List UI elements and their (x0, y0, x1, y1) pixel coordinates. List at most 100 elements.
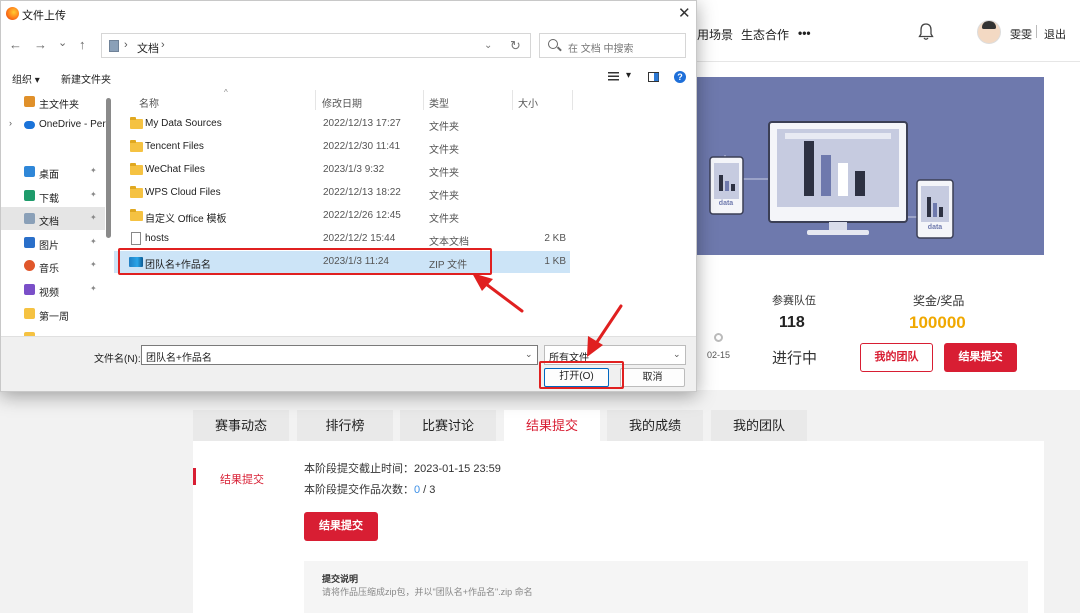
videos-icon (24, 284, 35, 295)
pin-icon[interactable]: ✦ (90, 237, 97, 246)
address-bar[interactable]: › 文档 › ⌄ ↻ (101, 33, 531, 58)
timeline-dot (714, 333, 723, 342)
nav-ecosystem[interactable]: 生态合作 (741, 26, 789, 43)
view-options-icon[interactable]: ▾ (626, 70, 631, 81)
column-date[interactable]: 修改日期 (322, 95, 362, 110)
side-active-marker (193, 468, 196, 485)
firefox-icon (6, 7, 19, 20)
tab-my-score[interactable]: 我的成绩 (607, 410, 703, 441)
nav-documents[interactable]: 文档 ✦ (1, 207, 105, 230)
pin-icon[interactable]: ✦ (90, 190, 97, 199)
bell-icon[interactable] (918, 23, 934, 41)
breadcrumb-documents[interactable]: 文档 (137, 40, 159, 56)
pin-icon[interactable]: ✦ (90, 284, 97, 293)
desktop-icon (24, 166, 35, 177)
up-folder-icon[interactable]: ↑ (79, 37, 86, 52)
address-dropdown-icon[interactable]: ⌄ (484, 40, 492, 51)
competition-status: 进行中 (772, 350, 818, 367)
nav-scrollbar[interactable] (106, 98, 111, 238)
submit-result-button[interactable]: 结果提交 (944, 343, 1017, 372)
logout-link[interactable]: 退出 (1044, 26, 1066, 42)
filename-input[interactable]: 团队名+作品名 (141, 345, 538, 365)
folder-icon (24, 308, 35, 319)
column-type[interactable]: 类型 (429, 95, 449, 110)
file-row[interactable]: Tencent Files 2022/12/30 11:41 文件夹 (114, 136, 570, 158)
column-size[interactable]: 大小 (518, 95, 538, 110)
nav-desktop[interactable]: 桌面 ✦ (1, 160, 105, 183)
folder-icon (130, 186, 143, 198)
filetype-dropdown-icon[interactable]: ⌄ (673, 349, 681, 360)
user-avatar[interactable] (977, 20, 1001, 44)
panel-submit-button[interactable]: 结果提交 (304, 512, 378, 541)
tab-leaderboard[interactable]: 排行榜 (297, 410, 393, 441)
help-icon[interactable]: ? (674, 71, 686, 83)
search-input[interactable]: 在 文档 中搜索 (539, 33, 686, 58)
header-divider (1036, 25, 1037, 38)
nav-videos[interactable]: 视频 ✦ (1, 278, 105, 301)
pin-icon[interactable]: ✦ (90, 166, 97, 175)
side-menu-submit[interactable]: 结果提交 (220, 471, 264, 487)
hero-screen-caption-left: data (719, 200, 734, 207)
tab-news[interactable]: 赛事动态 (193, 410, 289, 441)
organize-menu[interactable]: 组织 ▾ (12, 71, 40, 86)
user-name[interactable]: 雯雯 (1010, 26, 1032, 42)
deadline-value: 2023-01-15 23:59 (414, 463, 501, 475)
file-type: 文件夹 (429, 145, 459, 156)
file-row[interactable]: 自定义 Office 模板 2022/12/26 12:45 文件夹 (114, 205, 570, 227)
my-team-button[interactable]: 我的团队 (860, 343, 933, 372)
filename-dropdown-icon[interactable]: ⌄ (525, 349, 533, 360)
chevron-right-icon[interactable]: › (9, 118, 12, 128)
column-divider[interactable] (423, 90, 424, 110)
folder-icon (130, 163, 143, 175)
tab-my-team[interactable]: 我的团队 (711, 410, 807, 441)
file-row[interactable]: My Data Sources 2022/12/13 17:27 文件夹 (114, 113, 570, 135)
tab-discussion[interactable]: 比赛讨论 (400, 410, 496, 441)
prize-label: 奖金/奖品 (913, 294, 965, 308)
nav-music[interactable]: 音乐 ✦ (1, 254, 105, 277)
folder-icon (130, 209, 143, 221)
nav-pictures[interactable]: 图片 ✦ (1, 231, 105, 254)
deadline-line: 本阶段提交截止时间：2023-01-15 23:59 (304, 460, 501, 476)
file-name: My Data Sources (145, 118, 222, 129)
back-icon[interactable]: ← (9, 37, 22, 52)
column-divider[interactable] (572, 90, 573, 110)
new-folder-button[interactable]: 新建文件夹 (61, 71, 111, 86)
forward-icon[interactable]: → (34, 37, 47, 52)
tab-submit[interactable]: 结果提交 (504, 410, 600, 441)
breadcrumb-separator: › (124, 39, 128, 51)
preview-pane-icon[interactable] (648, 72, 659, 82)
nav-week1[interactable]: 第一周 (1, 302, 105, 325)
documents-icon (24, 213, 35, 224)
nav-home[interactable]: 主文件夹 (1, 90, 105, 113)
documents-folder-icon (109, 40, 119, 52)
folder-icon (130, 140, 143, 152)
teams-label: 参赛队伍 (772, 295, 816, 307)
file-name: 自定义 Office 模板 (145, 214, 227, 225)
nav-scenarios[interactable]: 用场景 (697, 26, 733, 43)
pin-icon[interactable]: ✦ (90, 213, 97, 222)
sort-ascending-icon: ^ (224, 88, 228, 97)
column-divider[interactable] (512, 90, 513, 110)
dialog-titlebar[interactable]: 文件上传 ✕ (1, 1, 696, 26)
file-row[interactable]: hosts 2022/12/2 15:44 文本文档 2 KB (114, 228, 570, 250)
file-row[interactable]: WPS Cloud Files 2022/12/13 18:22 文件夹 (114, 182, 570, 204)
file-type: 文件夹 (429, 191, 459, 202)
text-file-icon (131, 232, 141, 245)
nav-more-icon[interactable]: ••• (798, 26, 811, 40)
nav-onedrive[interactable]: › OneDrive - Per (1, 113, 106, 136)
notes-text: 请将作品压缩成zip包，并以"团队名+作品名".zip 命名 (322, 587, 533, 597)
close-icon[interactable]: ✕ (678, 4, 691, 22)
recent-locations-icon[interactable]: ⌄ (58, 36, 67, 49)
column-divider[interactable] (315, 90, 316, 110)
file-row[interactable]: WeChat Files 2023/1/3 9:32 文件夹 (114, 159, 570, 181)
view-list-icon[interactable] (608, 72, 619, 81)
refresh-icon[interactable]: ↻ (510, 38, 521, 54)
address-row: ← → ⌄ ↑ › 文档 › ⌄ ↻ 在 文档 中搜索 (1, 26, 696, 64)
breadcrumb-trail-icon[interactable]: › (161, 39, 165, 51)
column-name[interactable]: 名称 (139, 95, 159, 110)
pin-icon[interactable]: ✦ (90, 260, 97, 269)
nav-label: 第一周 (39, 312, 69, 323)
home-icon (24, 96, 35, 107)
nav-downloads[interactable]: 下载 ✦ (1, 184, 105, 207)
cancel-button[interactable]: 取消 (620, 368, 685, 387)
